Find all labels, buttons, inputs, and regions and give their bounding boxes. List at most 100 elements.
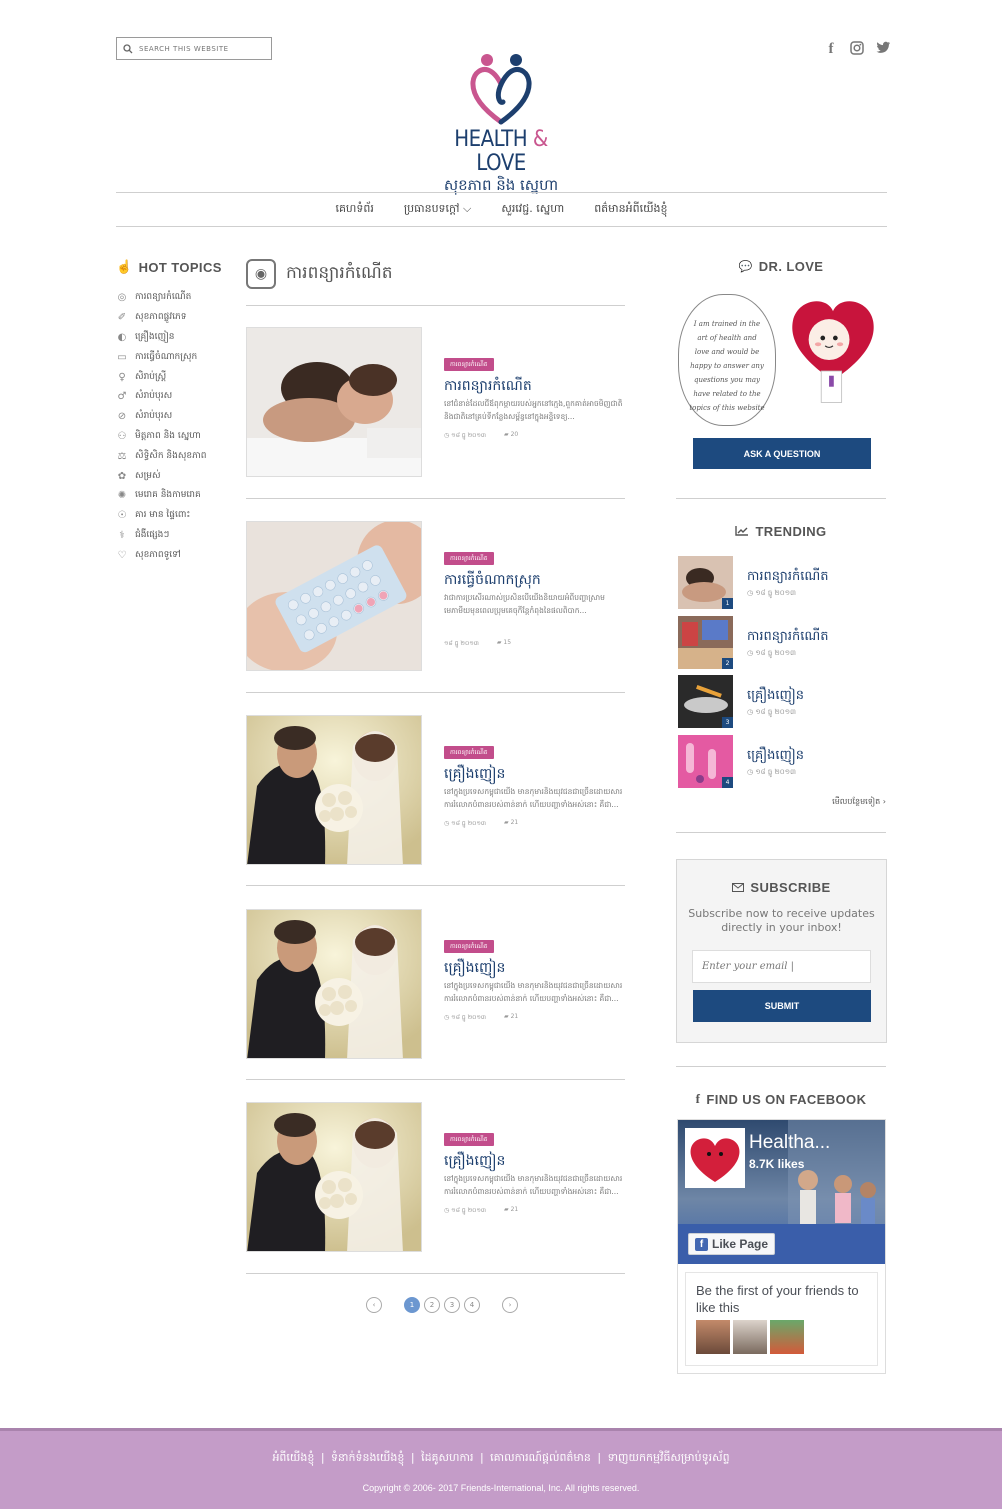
search-input[interactable]: [139, 44, 259, 53]
subscribe-widget: SUBSCRIBE Subscribe now to receive updat…: [676, 859, 887, 1043]
trending-list: 1 ការពន្យារកំណើត ◷ ១៨ ធ្នូ ២០១៣ 2 ការពន្យ…: [678, 556, 886, 794]
trending-heading: TRENDING: [676, 524, 886, 539]
post-title[interactable]: គ្រឿងញៀន: [444, 1152, 625, 1170]
category-tag[interactable]: ការពន្យារកំណើត: [444, 746, 494, 759]
footer-links: អំពីយើងខ្ញុំ | ទំនាក់ទំនងយើងខ្ញុំ | ដៃគូ…: [272, 1451, 730, 1464]
topic-item[interactable]: ✿ សម្រស់: [116, 466, 206, 486]
topic-item[interactable]: ♀ សិរាប់ស្រ្តី: [116, 367, 206, 387]
prev-page-button[interactable]: ‹: [366, 1297, 382, 1313]
topic-item[interactable]: ⚖ សិទ្ធិសិក និងសុខភាព: [116, 446, 207, 466]
topic-item[interactable]: ☉ គារ មាន ផ្ទៃពោះ: [116, 506, 206, 526]
trending-item[interactable]: 4 គ្រឿងញៀន ◷ ១៨ ធ្នូ ២០១៣: [678, 734, 886, 795]
footer-link-contact[interactable]: ទំនាក់ទំនងយើងខ្ញុំ: [331, 1451, 404, 1464]
nav-item-hot-topics[interactable]: ប្រធានបទក្តៅ ⌵: [404, 202, 471, 218]
page-number[interactable]: 3: [444, 1297, 460, 1313]
trending-title[interactable]: ការពន្យារកំណើត: [747, 568, 828, 587]
next-page-button[interactable]: ›: [502, 1297, 518, 1313]
post-card: ការពន្យារកំណើត គ្រឿងញៀន នៅក្នុងប្រទេសកម្…: [246, 1102, 625, 1252]
topic-item[interactable]: ✺ មេរោគ និងកាមរោគ: [116, 486, 206, 506]
topic-item[interactable]: ♂ សំរាប់បុរស: [116, 387, 206, 407]
nav-item-ask-dr-love[interactable]: សួរវេជ្ជ. ស្នេហា: [501, 202, 564, 218]
trending-item[interactable]: 3 គ្រឿងញៀន ◷ ១៨ ធ្នូ ២០១៣: [678, 675, 886, 735]
search-box[interactable]: [116, 37, 272, 60]
topic-item[interactable]: ◎ ការពន្យារកំណើត: [116, 288, 206, 308]
medicine-icon: ⚕: [119, 529, 125, 541]
site-logo[interactable]: HEALTH & LOVE សុខភាព និង ស្នេហា: [430, 52, 572, 194]
instagram-icon[interactable]: [850, 41, 864, 58]
topic-item[interactable]: ✐ សុខភាពផ្លូវភេទ: [116, 308, 206, 328]
ask-question-button[interactable]: ASK A QUESTION: [693, 438, 871, 469]
pill-box-icon: ◉: [246, 259, 276, 289]
post-excerpt: នៅជំនាន់ដែលជីឪពុកម្តាយរបស់អ្នកនៅក្មេង,ពួ…: [444, 399, 623, 421]
hot-topics-list: ◎ ការពន្យារកំណើត ✐ សុខភាពផ្លូវភេទ ◐ គ្រឿងញៀ…: [116, 288, 206, 565]
twitter-icon[interactable]: [876, 41, 890, 58]
sidebar-divider: [676, 498, 886, 499]
trending-date: ◷ ១៨ ធ្នូ ២០១៣: [747, 767, 797, 776]
email-input[interactable]: Enter your email |: [692, 950, 871, 983]
see-more-link[interactable]: មើលបន្ថែមទៀត ›: [760, 796, 886, 808]
topic-item[interactable]: ⊘ សំរាប់បុរស: [116, 407, 206, 427]
trending-date: ◷ ១៨ ធ្នូ ២០១៣: [747, 648, 797, 657]
page-number[interactable]: 1: [404, 1297, 420, 1313]
category-tag[interactable]: ការពន្យារកំណើត: [444, 940, 494, 953]
nav-item-home[interactable]: គេហទំព័រ: [335, 202, 373, 218]
topic-item[interactable]: ♡ សុខភាពទូទៅ: [116, 545, 206, 565]
topic-item[interactable]: ◐ គ្រឿងញៀន: [116, 328, 206, 348]
trending-thumbnail[interactable]: 1: [678, 556, 733, 609]
friend-avatar[interactable]: [696, 1320, 730, 1354]
post-comments: ▰ 21: [504, 1206, 519, 1213]
post-divider: [246, 692, 625, 693]
post-title[interactable]: ការធ្វើចំណាកស្រុក: [444, 571, 625, 589]
post-title[interactable]: គ្រឿងញៀន: [444, 959, 625, 977]
submit-button[interactable]: SUBMIT: [693, 990, 871, 1022]
page-avatar-icon: [685, 1128, 745, 1188]
trending-thumbnail[interactable]: 2: [678, 615, 733, 669]
trending-thumbnail[interactable]: 4: [678, 734, 733, 788]
trending-title[interactable]: គ្រឿងញៀន: [747, 747, 804, 766]
facebook-heading: f FIND US ON FACEBOOK: [695, 1091, 867, 1107]
trending-thumbnail[interactable]: 3: [678, 675, 733, 728]
facebook-like-count: 8.7K likes: [749, 1157, 805, 1171]
male-icon: ♂: [117, 391, 127, 403]
post-thumbnail[interactable]: [246, 1102, 422, 1252]
social-links: f: [824, 41, 890, 58]
post-thumbnail[interactable]: [246, 909, 422, 1059]
post-title[interactable]: គ្រឿងញៀន: [444, 765, 625, 783]
facebook-icon[interactable]: f: [824, 41, 838, 58]
post-thumbnail[interactable]: [246, 327, 422, 477]
post-excerpt: នៅក្នុងប្រទេសកម្ពុជាយើង មានកុមារនិងយុវជន…: [444, 1174, 623, 1196]
footer-link-about[interactable]: អំពីយើងខ្ញុំ: [272, 1451, 314, 1464]
topic-item[interactable]: ⚇ មិត្តភាព និង ស្នេហា: [116, 427, 206, 447]
footer-link-privacy[interactable]: គោលការណ៍ផ្តល់ពត៌មាន: [490, 1451, 591, 1464]
page-number[interactable]: 4: [464, 1297, 480, 1313]
facebook-cover-image[interactable]: Healtha... 8.7K likes f Like Page: [678, 1120, 885, 1264]
topic-item[interactable]: ⚕ ជំងឺផ្សេងៗ: [116, 526, 206, 546]
subscribe-description: Subscribe now to receive updates directl…: [688, 907, 875, 934]
like-page-button[interactable]: f Like Page: [688, 1233, 776, 1255]
trending-title[interactable]: ការពន្យារកំណើត: [747, 628, 828, 647]
category-tag[interactable]: ការពន្យារកំណើត: [444, 1133, 494, 1146]
nav-item-about[interactable]: ពត៌មានអំពីយើងខ្ញុំ: [594, 202, 667, 218]
post-card: ការពន្យារកំណើត ការពន្យារកំណើត នៅជំនាន់ដែ…: [246, 327, 625, 477]
trending-item[interactable]: 2 ការពន្យារកំណើត ◷ ១៨ ធ្នូ ២០១៣: [678, 615, 886, 676]
page-number[interactable]: 2: [424, 1297, 440, 1313]
post-thumbnail[interactable]: [246, 715, 422, 865]
category-tag[interactable]: ការពន្យារកំណើត: [444, 552, 494, 565]
couple-icon: ⚇: [117, 430, 127, 442]
topic-item[interactable]: ▭ ការធ្វើចំណាកស្រុក: [116, 347, 206, 367]
friend-avatar[interactable]: [733, 1320, 767, 1354]
facebook-icon: f: [695, 1091, 701, 1106]
trending-title[interactable]: គ្រឿងញៀន: [747, 687, 804, 706]
post-title[interactable]: ការពន្យារកំណើត: [444, 377, 625, 395]
footer-link-app[interactable]: ទាញយកកម្មវិធីសម្រាប់ទូរស័ព្ទ: [608, 1451, 730, 1464]
beauty-icon: ✿: [117, 470, 127, 482]
facebook-page-name[interactable]: Healtha...: [749, 1132, 830, 1154]
category-tag[interactable]: ការពន្យារកំណើត: [444, 358, 494, 371]
footer-link-partners[interactable]: ដៃគូសហការ: [421, 1451, 473, 1464]
copyright-text: Copyright © 2006- 2017 Friends-Internati…: [362, 1483, 640, 1493]
dr-love-mascot-icon: [792, 301, 874, 403]
friend-avatar[interactable]: [770, 1320, 804, 1354]
trending-item[interactable]: 1 ការពន្យារកំណើត ◷ ១៨ ធ្នូ ២០១៣: [678, 556, 886, 616]
chat-icon: 💬: [738, 261, 753, 273]
post-thumbnail[interactable]: [246, 521, 422, 671]
